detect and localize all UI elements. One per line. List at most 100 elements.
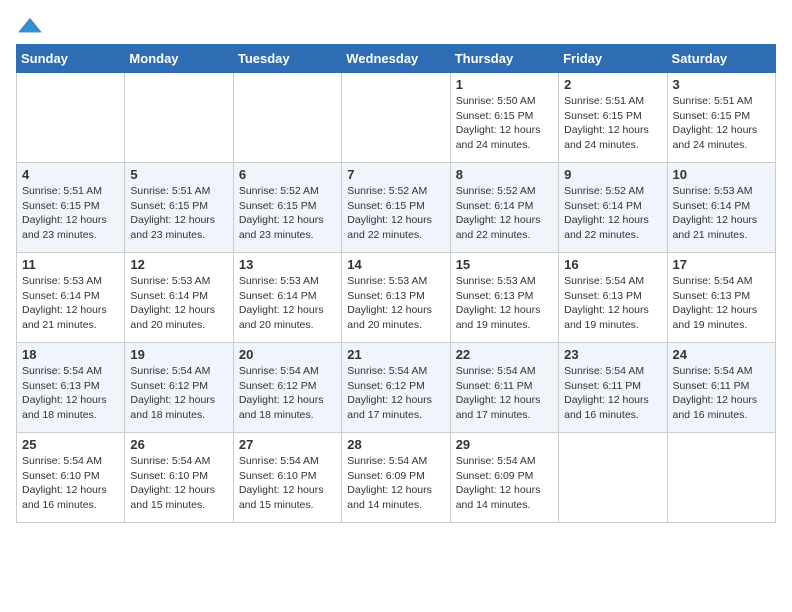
day-number: 22 [456,347,553,362]
day-info: Sunrise: 5:53 AM Sunset: 6:14 PM Dayligh… [130,274,227,333]
day-info: Sunrise: 5:54 AM Sunset: 6:10 PM Dayligh… [22,454,119,513]
day-info: Sunrise: 5:52 AM Sunset: 6:15 PM Dayligh… [239,184,336,243]
day-info: Sunrise: 5:50 AM Sunset: 6:15 PM Dayligh… [456,94,553,153]
day-number: 17 [673,257,770,272]
day-info: Sunrise: 5:54 AM Sunset: 6:13 PM Dayligh… [564,274,661,333]
day-info: Sunrise: 5:54 AM Sunset: 6:12 PM Dayligh… [130,364,227,423]
logo-icon [16,16,44,36]
day-number: 27 [239,437,336,452]
day-info: Sunrise: 5:54 AM Sunset: 6:13 PM Dayligh… [673,274,770,333]
calendar-cell [17,73,125,163]
day-info: Sunrise: 5:54 AM Sunset: 6:09 PM Dayligh… [456,454,553,513]
day-number: 24 [673,347,770,362]
day-number: 3 [673,77,770,92]
day-info: Sunrise: 5:54 AM Sunset: 6:13 PM Dayligh… [22,364,119,423]
day-info: Sunrise: 5:54 AM Sunset: 6:11 PM Dayligh… [673,364,770,423]
day-info: Sunrise: 5:54 AM Sunset: 6:11 PM Dayligh… [564,364,661,423]
calendar-cell: 14 Sunrise: 5:53 AM Sunset: 6:13 PM Dayli… [342,253,450,343]
calendar-cell: 11Sunrise: 5:53 AM Sunset: 6:14 PM Dayli… [17,253,125,343]
calendar-week-row: 4 Sunrise: 5:51 AM Sunset: 6:15 PM Daylig… [17,163,776,253]
day-number: 13 [239,257,336,272]
day-info: Sunrise: 5:52 AM Sunset: 6:15 PM Dayligh… [347,184,444,243]
day-number: 28 [347,437,444,452]
calendar-cell: 26 Sunrise: 5:54 AM Sunset: 6:10 PM Dayli… [125,433,233,523]
day-number: 23 [564,347,661,362]
day-number: 2 [564,77,661,92]
calendar-cell: 18 Sunrise: 5:54 AM Sunset: 6:13 PM Dayli… [17,343,125,433]
calendar-cell: 5 Sunrise: 5:51 AM Sunset: 6:15 PM Daylig… [125,163,233,253]
calendar-cell: 2 Sunrise: 5:51 AM Sunset: 6:15 PM Daylig… [559,73,667,163]
day-number: 7 [347,167,444,182]
day-number: 21 [347,347,444,362]
day-info: Sunrise: 5:54 AM Sunset: 6:12 PM Dayligh… [347,364,444,423]
day-number: 6 [239,167,336,182]
day-number: 8 [456,167,553,182]
calendar-cell: 7 Sunrise: 5:52 AM Sunset: 6:15 PM Daylig… [342,163,450,253]
day-info: Sunrise: 5:52 AM Sunset: 6:14 PM Dayligh… [564,184,661,243]
calendar-week-row: 11Sunrise: 5:53 AM Sunset: 6:14 PM Dayli… [17,253,776,343]
calendar-week-row: 1 Sunrise: 5:50 AM Sunset: 6:15 PM Daylig… [17,73,776,163]
calendar-cell: 12 Sunrise: 5:53 AM Sunset: 6:14 PM Dayli… [125,253,233,343]
col-header-monday: Monday [125,45,233,73]
day-info: Sunrise: 5:54 AM Sunset: 6:11 PM Dayligh… [456,364,553,423]
day-number: 26 [130,437,227,452]
calendar-cell: 19Sunrise: 5:54 AM Sunset: 6:12 PM Dayli… [125,343,233,433]
col-header-saturday: Saturday [667,45,775,73]
calendar-cell: 13 Sunrise: 5:53 AM Sunset: 6:14 PM Dayli… [233,253,341,343]
day-number: 14 [347,257,444,272]
calendar-cell: 15 Sunrise: 5:53 AM Sunset: 6:13 PM Dayli… [450,253,558,343]
calendar-cell: 10Sunrise: 5:53 AM Sunset: 6:14 PM Dayli… [667,163,775,253]
col-header-wednesday: Wednesday [342,45,450,73]
calendar-cell: 22 Sunrise: 5:54 AM Sunset: 6:11 PM Dayli… [450,343,558,433]
calendar-cell: 8 Sunrise: 5:52 AM Sunset: 6:14 PM Daylig… [450,163,558,253]
calendar-cell [125,73,233,163]
calendar-cell: 1 Sunrise: 5:50 AM Sunset: 6:15 PM Daylig… [450,73,558,163]
day-number: 9 [564,167,661,182]
day-info: Sunrise: 5:53 AM Sunset: 6:14 PM Dayligh… [239,274,336,333]
col-header-tuesday: Tuesday [233,45,341,73]
day-number: 4 [22,167,119,182]
day-info: Sunrise: 5:54 AM Sunset: 6:10 PM Dayligh… [130,454,227,513]
calendar-cell: 16 Sunrise: 5:54 AM Sunset: 6:13 PM Dayli… [559,253,667,343]
day-number: 25 [22,437,119,452]
day-info: Sunrise: 5:51 AM Sunset: 6:15 PM Dayligh… [673,94,770,153]
day-number: 1 [456,77,553,92]
col-header-sunday: Sunday [17,45,125,73]
calendar-cell [233,73,341,163]
calendar-cell: 4 Sunrise: 5:51 AM Sunset: 6:15 PM Daylig… [17,163,125,253]
calendar-header-row: SundayMondayTuesdayWednesdayThursdayFrid… [17,45,776,73]
calendar-cell [667,433,775,523]
calendar-table: SundayMondayTuesdayWednesdayThursdayFrid… [16,44,776,523]
day-number: 12 [130,257,227,272]
day-info: Sunrise: 5:53 AM Sunset: 6:14 PM Dayligh… [22,274,119,333]
day-info: Sunrise: 5:54 AM Sunset: 6:10 PM Dayligh… [239,454,336,513]
day-info: Sunrise: 5:51 AM Sunset: 6:15 PM Dayligh… [130,184,227,243]
calendar-cell [342,73,450,163]
day-number: 10 [673,167,770,182]
col-header-friday: Friday [559,45,667,73]
calendar-cell: 20Sunrise: 5:54 AM Sunset: 6:12 PM Dayli… [233,343,341,433]
day-number: 18 [22,347,119,362]
calendar-cell: 24 Sunrise: 5:54 AM Sunset: 6:11 PM Dayli… [667,343,775,433]
calendar-cell: 27 Sunrise: 5:54 AM Sunset: 6:10 PM Dayli… [233,433,341,523]
calendar-cell: 9 Sunrise: 5:52 AM Sunset: 6:14 PM Daylig… [559,163,667,253]
day-number: 16 [564,257,661,272]
calendar-cell: 3 Sunrise: 5:51 AM Sunset: 6:15 PM Daylig… [667,73,775,163]
calendar-cell [559,433,667,523]
calendar-cell: 25 Sunrise: 5:54 AM Sunset: 6:10 PM Dayli… [17,433,125,523]
day-info: Sunrise: 5:51 AM Sunset: 6:15 PM Dayligh… [22,184,119,243]
day-number: 15 [456,257,553,272]
calendar-week-row: 25 Sunrise: 5:54 AM Sunset: 6:10 PM Dayli… [17,433,776,523]
day-info: Sunrise: 5:53 AM Sunset: 6:13 PM Dayligh… [456,274,553,333]
day-info: Sunrise: 5:53 AM Sunset: 6:13 PM Dayligh… [347,274,444,333]
calendar-cell: 21 Sunrise: 5:54 AM Sunset: 6:12 PM Dayli… [342,343,450,433]
calendar-cell: 28Sunrise: 5:54 AM Sunset: 6:09 PM Dayli… [342,433,450,523]
day-number: 29 [456,437,553,452]
calendar-week-row: 18 Sunrise: 5:54 AM Sunset: 6:13 PM Dayli… [17,343,776,433]
col-header-thursday: Thursday [450,45,558,73]
day-info: Sunrise: 5:51 AM Sunset: 6:15 PM Dayligh… [564,94,661,153]
day-info: Sunrise: 5:52 AM Sunset: 6:14 PM Dayligh… [456,184,553,243]
page-header [16,16,776,36]
day-number: 5 [130,167,227,182]
calendar-cell: 23 Sunrise: 5:54 AM Sunset: 6:11 PM Dayli… [559,343,667,433]
